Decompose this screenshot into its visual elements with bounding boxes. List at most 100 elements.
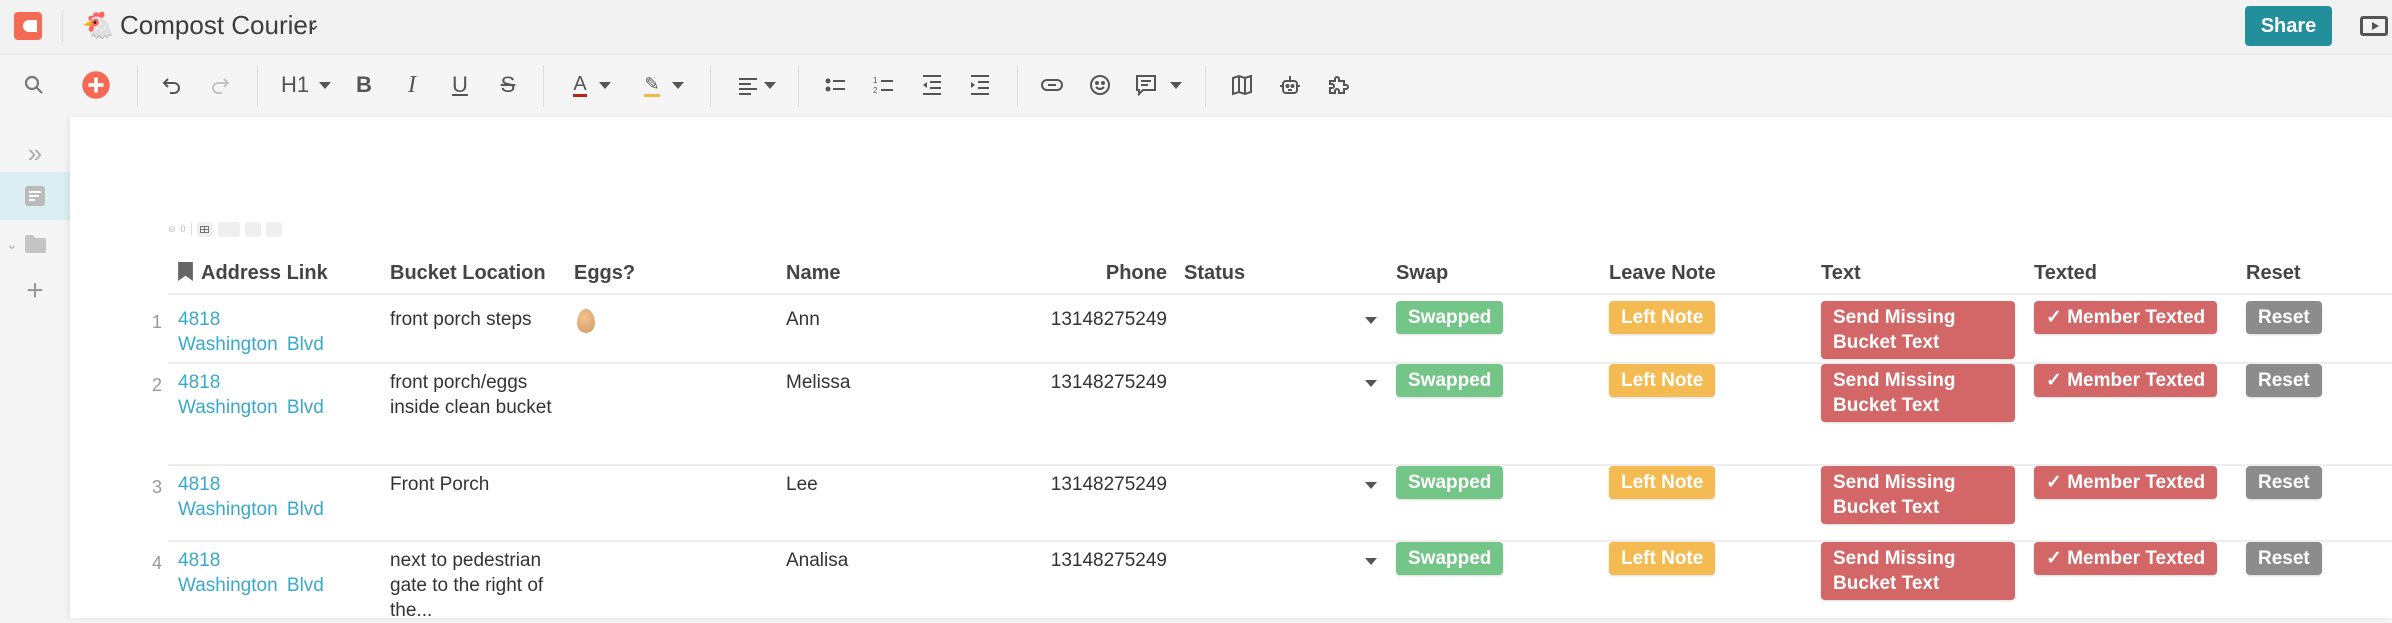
column-header-name[interactable]: Name (786, 260, 840, 286)
column-header-swap[interactable]: Swap (1396, 260, 1448, 286)
phone-cell[interactable]: 13148275249 (967, 307, 1167, 332)
send-missing-bucket-text-button[interactable]: Send Missing Bucket Text (1821, 364, 2015, 422)
address-link[interactable]: 4818 Washington Blvd (178, 472, 328, 522)
swapped-button[interactable]: Swapped (1396, 466, 1504, 499)
name-cell[interactable]: Analisa (786, 548, 848, 573)
text-color-dropdown[interactable]: A (564, 69, 620, 101)
name-cell[interactable]: Ann (786, 307, 820, 332)
outdent-icon[interactable] (918, 69, 946, 101)
send-missing-bucket-text-button[interactable]: Send Missing Bucket Text (1821, 466, 2015, 524)
status-caret-down-icon[interactable] (1365, 558, 1377, 565)
status-select[interactable] (1184, 472, 1384, 497)
column-header-reset[interactable]: Reset (2246, 260, 2300, 286)
phone-cell[interactable]: 13148275249 (967, 548, 1167, 573)
underline-icon[interactable]: U (446, 69, 474, 101)
chevron-down-icon[interactable]: ⌄ (306, 14, 321, 35)
reset-button[interactable]: Reset (2246, 542, 2322, 575)
present-icon[interactable] (2360, 16, 2388, 36)
robot-icon[interactable] (1276, 69, 1304, 101)
member-texted-button[interactable]: ✓ Member Texted (2034, 301, 2218, 334)
phone-cell[interactable]: 13148275249 (967, 472, 1167, 497)
swapped-button[interactable]: Swapped (1396, 542, 1504, 575)
add-page-icon[interactable]: + (0, 267, 70, 315)
reset-button[interactable]: Reset (2246, 301, 2322, 334)
address-link[interactable]: 4818 Washington Blvd (178, 307, 328, 357)
name-cell[interactable]: Melissa (786, 370, 850, 395)
status-caret-down-icon[interactable] (1365, 317, 1377, 324)
member-texted-button[interactable]: ✓ Member Texted (2034, 364, 2218, 397)
insert-plus-icon[interactable] (80, 69, 112, 101)
column-header-eggs[interactable]: Eggs? (574, 260, 635, 286)
align-dropdown[interactable] (734, 69, 778, 101)
caret-down-icon (764, 81, 776, 89)
map-icon[interactable] (1228, 69, 1256, 101)
bold-icon[interactable]: B (350, 69, 378, 101)
left-note-button[interactable]: Left Note (1609, 364, 1716, 397)
undo-icon[interactable] (158, 69, 186, 101)
row-number: 3 (151, 477, 162, 497)
search-icon[interactable] (20, 69, 48, 101)
redo-icon[interactable] (206, 69, 234, 101)
reset-button[interactable]: Reset (2246, 466, 2322, 499)
column-header-phone[interactable]: Phone (967, 260, 1167, 286)
bucket-location-cell[interactable]: Front Porch (390, 472, 560, 497)
bucket-location-cell[interactable]: front porch steps (390, 307, 560, 332)
chevron-down-icon[interactable]: ⌄ (6, 236, 18, 253)
sidebar-item-page[interactable] (0, 172, 70, 220)
link-icon[interactable] (1038, 69, 1066, 101)
column-header-bucket-location[interactable]: Bucket Location (390, 260, 546, 286)
divider (1205, 65, 1206, 107)
bucket-location-cell[interactable]: front porch/eggs inside clean bucket (390, 370, 560, 420)
name-cell[interactable]: Lee (786, 472, 818, 497)
send-missing-bucket-text-button[interactable]: Send Missing Bucket Text (1821, 542, 2015, 600)
doc-title[interactable]: Compost Courier (120, 9, 317, 41)
numbered-list-icon[interactable]: 12 (870, 69, 898, 101)
view-option-button[interactable] (217, 221, 240, 237)
column-header-text[interactable]: Text (1821, 260, 1861, 286)
bucket-location-cell[interactable]: next to pedestrian gate to the right of … (390, 548, 560, 623)
eggs-cell[interactable] (574, 472, 724, 497)
address-link[interactable]: 4818 Washington Blvd (178, 370, 328, 420)
indent-icon[interactable] (966, 69, 994, 101)
view-option-button[interactable] (265, 221, 282, 237)
member-texted-button[interactable]: ✓ Member Texted (2034, 542, 2218, 575)
member-texted-button[interactable]: ✓ Member Texted (2034, 466, 2218, 499)
status-caret-down-icon[interactable] (1365, 380, 1377, 387)
column-header-status[interactable]: Status (1184, 260, 1245, 286)
sidebar-item-folder[interactable]: ⌄ (0, 220, 70, 268)
left-note-button[interactable]: Left Note (1609, 301, 1716, 334)
highlight-dropdown[interactable]: ✎ (636, 69, 692, 101)
status-select[interactable] (1184, 548, 1384, 573)
table-view-icon[interactable] (196, 221, 213, 237)
eggs-cell[interactable] (574, 548, 724, 573)
send-missing-bucket-text-button[interactable]: Send Missing Bucket Text (1821, 301, 2015, 359)
comment-dropdown[interactable] (1130, 69, 1186, 101)
column-header-leave-note[interactable]: Leave Note (1609, 260, 1716, 286)
text-color-icon: A (573, 72, 587, 97)
reset-button[interactable]: Reset (2246, 364, 2322, 397)
left-sidebar: » ⌄ + (0, 117, 70, 618)
status-caret-down-icon[interactable] (1365, 482, 1377, 489)
address-link[interactable]: 4818 Washington Blvd (178, 548, 328, 598)
phone-cell[interactable]: 13148275249 (967, 370, 1167, 395)
status-select[interactable] (1184, 307, 1384, 332)
comment-icon[interactable]: ⊖ (168, 224, 176, 235)
swapped-button[interactable]: Swapped (1396, 364, 1504, 397)
column-header-texted[interactable]: Texted (2034, 260, 2097, 286)
italic-icon[interactable]: I (398, 69, 426, 101)
coda-logo-icon[interactable] (14, 12, 42, 40)
bulleted-list-icon[interactable] (822, 69, 850, 101)
swapped-button[interactable]: Swapped (1396, 301, 1504, 334)
view-option-button[interactable] (244, 221, 261, 237)
column-header-address[interactable]: Address Link (178, 260, 328, 286)
status-select[interactable] (1184, 370, 1384, 395)
heading-dropdown[interactable]: H1 (276, 69, 336, 101)
left-note-button[interactable]: Left Note (1609, 542, 1716, 575)
strikethrough-icon[interactable]: S (494, 69, 522, 101)
expand-sidebar-icon[interactable]: » (0, 129, 70, 177)
puzzle-icon[interactable] (1324, 69, 1352, 101)
eggs-cell[interactable] (574, 370, 724, 395)
left-note-button[interactable]: Left Note (1609, 466, 1716, 499)
share-button[interactable]: Share (2245, 6, 2332, 46)
emoji-icon[interactable] (1086, 69, 1114, 101)
